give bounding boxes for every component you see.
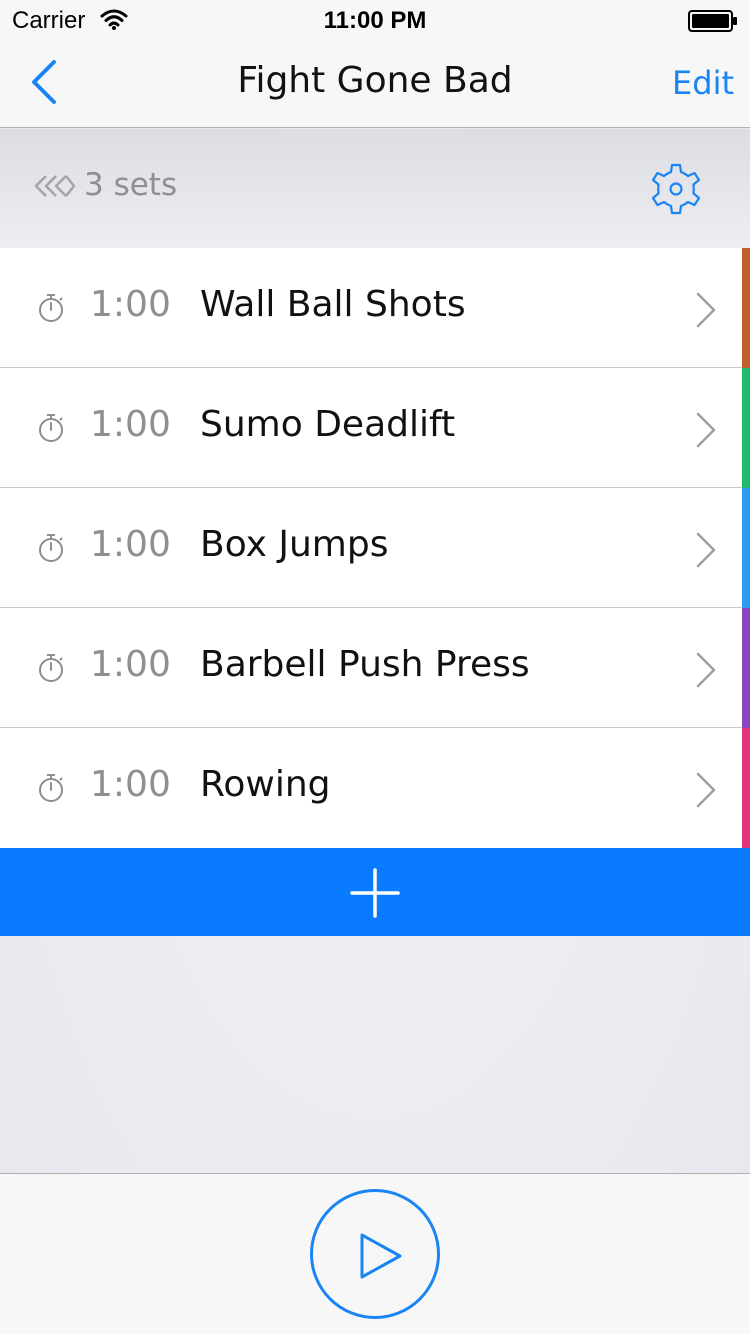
exercise-row[interactable]: 1:00 Rowing (0, 728, 750, 848)
sets-count-label[interactable]: 3 sets (84, 167, 177, 203)
chevron-right-icon (696, 292, 716, 328)
exercise-name: Box Jumps (200, 524, 389, 565)
bottom-toolbar (0, 1173, 750, 1334)
exercise-row[interactable]: 1:00 Wall Ball Shots (0, 248, 750, 368)
exercise-row[interactable]: 1:00 Sumo Deadlift (0, 368, 750, 488)
plus-icon (350, 868, 400, 918)
chevrons-left-icon (34, 175, 76, 197)
exercise-name: Barbell Push Press (200, 644, 530, 685)
exercise-duration: 1:00 (90, 764, 171, 805)
settings-button[interactable] (648, 161, 704, 217)
status-time: 11:00 PM (323, 7, 427, 34)
app-root: Carrier 11:00 PM Fight Gone Bad Edit 3 s… (0, 0, 750, 1334)
exercise-name: Rowing (200, 764, 331, 805)
exercise-duration: 1:00 (90, 284, 171, 325)
gear-icon (651, 163, 701, 215)
navigation-bar: Fight Gone Bad Edit (0, 40, 750, 128)
exercise-duration: 1:00 (90, 524, 171, 565)
stopwatch-icon (39, 534, 63, 562)
exercise-list: 1:00 Wall Ball Shots 1:00 Sumo Deadlift 1:00… (0, 248, 750, 848)
exercise-row[interactable]: 1:00 Barbell Push Press (0, 608, 750, 728)
exercise-color-strip (742, 728, 750, 848)
exercise-color-strip (742, 248, 750, 368)
exercise-color-strip (742, 488, 750, 608)
edit-button[interactable]: Edit (672, 64, 734, 102)
status-bar: Carrier 11:00 PM (0, 0, 750, 40)
play-button[interactable] (310, 1189, 440, 1319)
back-button[interactable] (20, 56, 70, 112)
play-icon (360, 1233, 402, 1279)
chevron-right-icon (696, 532, 716, 568)
chevron-right-icon (696, 772, 716, 808)
stopwatch-icon (39, 294, 63, 322)
exercise-duration: 1:00 (90, 404, 171, 445)
page-title: Fight Gone Bad (237, 60, 513, 101)
battery-full-icon (688, 10, 737, 32)
stopwatch-icon (39, 414, 63, 442)
exercise-color-strip (742, 608, 750, 728)
chevron-left-icon (32, 60, 56, 104)
stopwatch-icon (39, 774, 63, 802)
add-exercise-button[interactable] (0, 848, 750, 936)
exercise-duration: 1:00 (90, 644, 171, 685)
chevron-right-icon (696, 652, 716, 688)
exercise-name: Wall Ball Shots (200, 284, 466, 325)
stopwatch-icon (39, 654, 63, 682)
exercise-color-strip (742, 368, 750, 488)
exercise-row[interactable]: 1:00 Box Jumps (0, 488, 750, 608)
exercise-name: Sumo Deadlift (200, 404, 456, 445)
chevron-right-icon (696, 412, 716, 448)
